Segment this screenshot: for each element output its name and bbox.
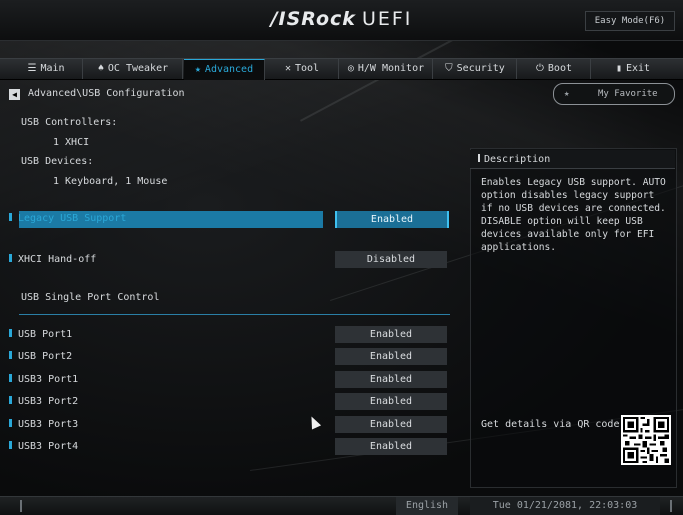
list-icon: ☰ xyxy=(27,63,37,74)
tab-label: Advanced xyxy=(204,64,254,75)
tab-security[interactable]: ⛉ Security xyxy=(434,59,517,79)
item-bullet xyxy=(9,213,12,221)
usb-controllers-value: 1 XHCI xyxy=(53,137,90,148)
item-label: USB3 Port4 xyxy=(18,441,79,452)
usb3-port4-item[interactable]: USB3 Port4 xyxy=(9,441,78,452)
item-label: USB Port1 xyxy=(18,329,73,340)
description-title-text: Description xyxy=(484,154,551,165)
date-time: Tue 01/21/2081, 22:03:03 xyxy=(470,497,660,515)
tab-exit[interactable]: ▮ Exit xyxy=(592,59,674,79)
breadcrumb: ◀ Advanced\USB Configuration xyxy=(9,88,185,100)
monitor-icon: ◎ xyxy=(347,63,354,74)
item-bullet xyxy=(9,254,12,262)
tab-label: Tool xyxy=(294,63,320,74)
tab-tool[interactable]: ✕ Tool xyxy=(266,59,339,79)
status-bar-marker xyxy=(670,500,672,512)
tab-oc-tweaker[interactable]: ♠ OC Tweaker xyxy=(84,59,183,79)
tab-label: OC Tweaker xyxy=(107,63,169,74)
usb-port2-item[interactable]: USB Port2 xyxy=(9,351,72,362)
usb-devices-value: 1 Keyboard, 1 Mouse xyxy=(53,176,168,187)
item-label: USB3 Port3 xyxy=(18,419,79,430)
tab-boot[interactable]: ⏻ Boot xyxy=(518,59,591,79)
usb3-port1-item[interactable]: USB3 Port1 xyxy=(9,374,78,385)
item-bullet xyxy=(9,419,12,427)
xhci-hand-off-value[interactable]: Disabled xyxy=(335,251,447,268)
rocket-icon: ♠ xyxy=(97,63,104,74)
item-label: USB3 Port1 xyxy=(18,374,79,385)
usb-controllers-label: USB Controllers: xyxy=(21,117,118,128)
item-label: USB3 Port2 xyxy=(18,396,79,407)
legacy-usb-support-value[interactable]: Enabled xyxy=(335,211,449,228)
usb3-port1-value[interactable]: Enabled xyxy=(335,371,447,388)
easy-mode-button[interactable]: Easy Mode(F6) xyxy=(585,11,675,31)
star-icon: ★ xyxy=(564,89,570,99)
main-menu: ☰ Main ♠ OC Tweaker ★ Advanced ✕ Tool ◎ H/W M… xyxy=(0,58,683,80)
back-arrow-icon[interactable]: ◀ xyxy=(9,89,20,100)
status-bar: English Tue 01/21/2081, 22:03:03 xyxy=(0,496,683,515)
title-marker xyxy=(478,154,480,162)
tools-icon: ✕ xyxy=(284,63,291,74)
tab-label: Exit xyxy=(625,63,651,74)
usb3-port3-item[interactable]: USB3 Port3 xyxy=(9,419,78,430)
item-bullet xyxy=(9,441,12,449)
item-label: USB Port2 xyxy=(18,351,73,362)
section-heading: USB Single Port Control xyxy=(21,292,160,303)
usb-port1-value[interactable]: Enabled xyxy=(335,326,447,343)
usb3-port2-value[interactable]: Enabled xyxy=(335,393,447,410)
tab-label: Boot xyxy=(547,63,572,74)
qr-code-image xyxy=(623,417,669,463)
star-icon: ★ xyxy=(194,64,201,75)
section-divider xyxy=(19,314,450,315)
qr-code-label: Get details via QR code xyxy=(481,419,620,430)
exit-icon: ▮ xyxy=(615,63,622,74)
item-bullet xyxy=(9,374,12,382)
usb-devices-label: USB Devices: xyxy=(21,156,94,167)
power-icon: ⏻ xyxy=(535,63,544,74)
tab-main[interactable]: ☰ Main xyxy=(10,59,83,79)
logo: /ISRock UEFI xyxy=(0,8,683,30)
item-bullet xyxy=(9,396,12,404)
item-bullet xyxy=(9,329,12,337)
tab-label: Security xyxy=(456,63,505,74)
tab-label: H/W Monitor xyxy=(357,63,425,74)
item-bullet xyxy=(9,351,12,359)
logo-product: UEFI xyxy=(361,8,413,30)
usb3-port2-item[interactable]: USB3 Port2 xyxy=(9,396,78,407)
usb3-port3-value[interactable]: Enabled xyxy=(335,416,447,433)
description-text: Enables Legacy USB support. AUTO option … xyxy=(481,177,666,253)
tab-label: Main xyxy=(40,63,65,74)
status-bar-marker xyxy=(20,500,22,512)
shield-icon: ⛉ xyxy=(445,63,453,74)
qr-code xyxy=(621,415,671,465)
tab-hw-monitor[interactable]: ◎ H/W Monitor xyxy=(340,59,433,79)
tab-advanced[interactable]: ★ Advanced xyxy=(184,59,265,80)
usb3-port4-value[interactable]: Enabled xyxy=(335,438,447,455)
xhci-hand-off-item[interactable]: XHCI Hand-off xyxy=(9,254,96,265)
legacy-usb-support-item[interactable]: Legacy USB Support xyxy=(9,213,126,224)
breadcrumb-text: Advanced\USB Configuration xyxy=(28,88,185,99)
logo-brand: /ISRock xyxy=(270,8,356,30)
usb-port1-item[interactable]: USB Port1 xyxy=(9,329,72,340)
title-bar: /ISRock UEFI Easy Mode(F6) xyxy=(0,0,683,41)
language-selector[interactable]: English xyxy=(396,497,458,515)
usb-port2-value[interactable]: Enabled xyxy=(335,348,447,365)
item-label: XHCI Hand-off xyxy=(18,254,97,265)
item-label: Legacy USB Support xyxy=(18,213,127,224)
description-title: Description xyxy=(478,154,550,165)
my-favorite-label: My Favorite xyxy=(598,89,658,99)
my-favorite-button[interactable]: ★ My Favorite xyxy=(553,83,675,105)
